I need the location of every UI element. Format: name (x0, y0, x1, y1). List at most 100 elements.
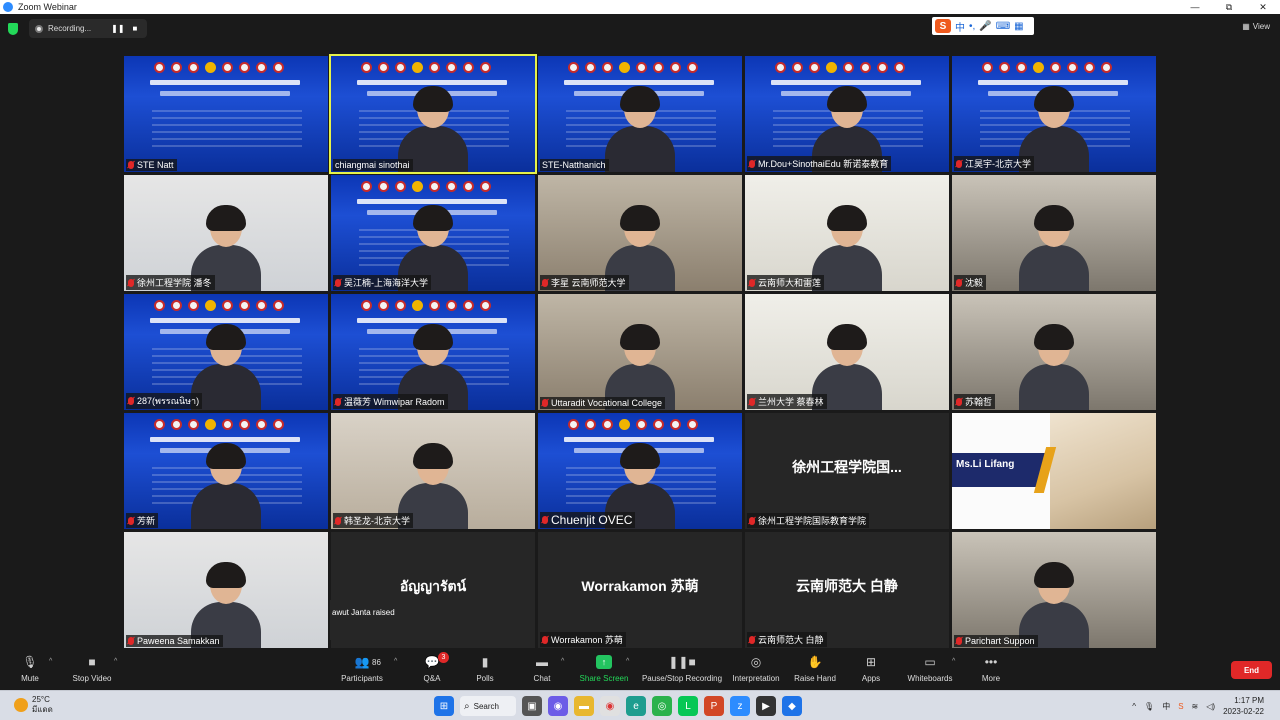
participants-button[interactable]: 👥 Participants (327, 655, 397, 683)
volume-icon[interactable]: ◁) (1206, 702, 1215, 711)
clock-date: 2023-02-22 (1223, 707, 1264, 716)
video-tile[interactable]: chiangmai sinothai (329, 54, 537, 174)
stop-recording-button[interactable]: ■ (133, 24, 138, 33)
ime-grid-icon[interactable]: ▦ (1014, 21, 1023, 32)
chat-app-icon[interactable]: ◉ (548, 696, 568, 716)
muted-mic-icon (956, 397, 962, 406)
wifi-icon[interactable]: ≋ (1192, 702, 1199, 711)
participant-name-label: 徐州工程学院国际教育学院 (747, 513, 870, 528)
ime-keyboard-icon[interactable]: ⌨ (996, 21, 1010, 32)
participant-name-label: 李星 云南师范大学 (540, 275, 629, 290)
participant-name-label: 苏翰哲 (954, 394, 996, 409)
more-button[interactable]: ••• More (956, 655, 1026, 683)
media-player-icon[interactable]: ▶ (756, 696, 776, 716)
share-caret[interactable]: ^ (626, 658, 629, 665)
video-tile[interactable]: Paweena Samakkan (124, 532, 328, 648)
search-icon: ⌕ (464, 700, 470, 712)
video-tile[interactable]: Worrakamon 苏萌 Worrakamon 苏萌 (538, 532, 742, 648)
video-tile[interactable]: 江昊宇-北京大学 (952, 56, 1156, 172)
chat-button[interactable]: ▬ Chat (507, 655, 577, 683)
meeting-top-bar: Recording... ❚❚ ■ S 中 •, 🎤 ⌨ ▦ ▦ View (0, 14, 1280, 44)
video-tile[interactable]: STE-Natthanich (538, 56, 742, 172)
edge-icon[interactable]: e (626, 696, 646, 716)
mute-button[interactable]: 🎙 Mute (0, 655, 65, 683)
banner-logos (361, 62, 491, 73)
whiteboards-caret[interactable]: ^ (952, 658, 955, 665)
video-tile[interactable]: 徐州工程学院 潘冬 (124, 175, 328, 291)
powerpoint-icon[interactable]: P (704, 696, 724, 716)
participant-name: 徐州工程学院 潘冬 (137, 278, 212, 288)
video-tile[interactable]: 温薇芳 Wimwipar Radom (331, 294, 535, 410)
video-tile[interactable]: 云南师大和雷莲 (745, 175, 949, 291)
video-tile[interactable]: 云南师范大 白静 云南师范大 白静 (745, 532, 949, 648)
video-tile[interactable]: 吴江楠-上海海洋大学 (331, 175, 535, 291)
zoom-taskbar-icon[interactable]: z (730, 696, 750, 716)
end-button[interactable]: End (1231, 661, 1272, 679)
close-button[interactable]: ✕ (1246, 0, 1280, 14)
participant-name: Worrakamon 苏萌 (551, 635, 623, 645)
pause-stop-recording-button[interactable]: ❚❚■ Pause/Stop Recording (642, 655, 722, 683)
clock[interactable]: 1:17 PM 2023-02-22 (1223, 695, 1264, 717)
chat-caret[interactable]: ^ (561, 658, 564, 665)
audio-options-caret[interactable]: ^ (49, 658, 52, 665)
video-options-caret[interactable]: ^ (114, 658, 117, 665)
muted-mic-icon (542, 399, 548, 407)
video-tile[interactable]: 芳新 (124, 413, 328, 529)
muted-mic-icon (749, 397, 755, 406)
input-lang[interactable]: 中 (1162, 701, 1170, 712)
participants-label: Participants (341, 674, 383, 683)
security-shield-icon[interactable] (8, 23, 18, 35)
muted-mic-icon (128, 516, 134, 525)
video-tile[interactable]: Parichart Suppon (952, 532, 1156, 648)
participant-name-label: 兰州大学 蔡春林 (747, 394, 827, 409)
ime-lang[interactable]: 中 (955, 19, 965, 34)
ime-punct[interactable]: •, (969, 21, 975, 32)
participant-name-label: 江昊宇-北京大学 (954, 156, 1034, 171)
video-tile[interactable]: 徐州工程学院国... 徐州工程学院国际教育学院 (745, 413, 949, 529)
video-tile[interactable]: STE Natt (124, 56, 328, 172)
muted-mic-icon (956, 159, 962, 168)
hand-icon: ✋ (807, 655, 823, 669)
chrome-icon[interactable]: ◉ (600, 696, 620, 716)
participant-name-label: 云南师大和雷莲 (747, 275, 825, 290)
video-tile[interactable]: Uttaradit Vocational College (538, 294, 742, 410)
sun-icon (14, 698, 28, 712)
video-tile[interactable]: 李星 云南师范大学 (538, 175, 742, 291)
muted-mic-icon (956, 278, 962, 287)
minimize-button[interactable]: — (1178, 0, 1212, 14)
video-tile[interactable]: Chuenjit OVEC (538, 413, 742, 529)
taskbar-search[interactable]: ⌕ Search (460, 696, 516, 716)
video-tile[interactable]: 287(พรรณนิษา) (124, 294, 328, 410)
banner-text-block (152, 110, 302, 150)
tray-overflow-icon[interactable]: ^ (1132, 702, 1136, 711)
view-button[interactable]: ▦ View (1242, 22, 1270, 31)
participant-name: 287(พรรณนิษา) (137, 396, 200, 406)
sogou-tray-icon[interactable]: S (1178, 702, 1183, 711)
store-icon[interactable]: ◆ (782, 696, 802, 716)
video-tile[interactable]: 苏翰哲 (952, 294, 1156, 410)
file-explorer-icon[interactable]: ▬ (574, 696, 594, 716)
pause-recording-button[interactable]: ❚❚ (111, 24, 124, 33)
banner-title-line (564, 437, 714, 442)
muted-mic-icon (335, 278, 341, 287)
video-tile[interactable]: 韩圣龙-北京大学 (331, 413, 535, 529)
video-tile[interactable]: 沈毅 (952, 175, 1156, 291)
ime-toolbar[interactable]: S 中 •, 🎤 ⌨ ▦ (932, 17, 1034, 35)
ime-mic-icon[interactable]: 🎤 (979, 21, 991, 32)
video-tile[interactable]: Ms.Li Lifang (952, 413, 1156, 529)
banner-title-line (357, 318, 507, 323)
participant-video (605, 86, 675, 172)
tray-mic-icon[interactable]: 🎙 (1144, 702, 1154, 711)
video-tile[interactable]: Mr.Dou+SinothaiEdu 新诺泰教育 (745, 56, 949, 172)
maximize-button[interactable]: ⧉ (1212, 0, 1246, 14)
windows-start-icon[interactable]: ⊞ (434, 696, 454, 716)
qa-badge: 3 (438, 652, 449, 663)
task-view-icon[interactable]: ▣ (522, 696, 542, 716)
line-icon[interactable]: L (678, 696, 698, 716)
muted-mic-icon (956, 637, 962, 645)
participant-video (952, 294, 1156, 410)
weather-widget[interactable]: 25°C มีแดด (14, 695, 53, 715)
slide-speaker-name: Ms.Li Lifang (956, 459, 1015, 470)
video-tile[interactable]: 兰州大学 蔡春林 (745, 294, 949, 410)
wechat-icon[interactable]: ◎ (652, 696, 672, 716)
